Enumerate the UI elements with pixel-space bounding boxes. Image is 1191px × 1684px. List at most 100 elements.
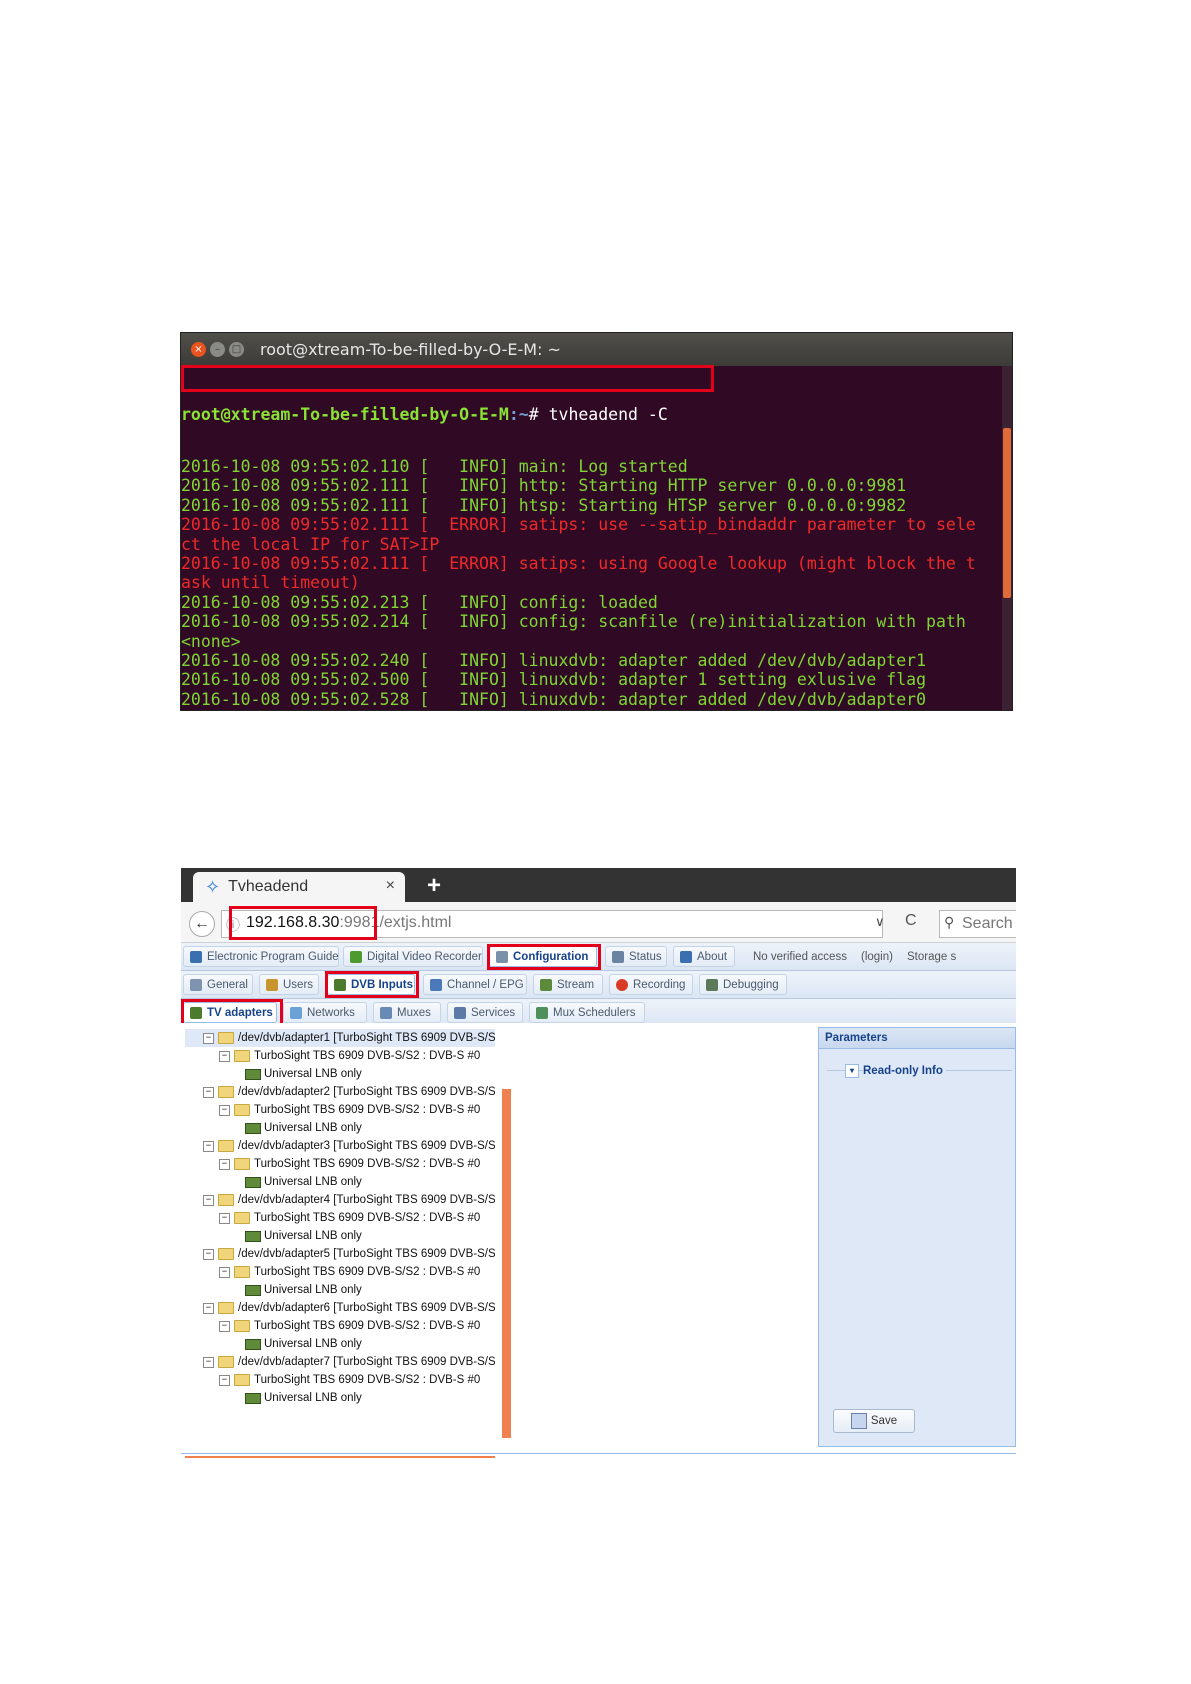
terminal-output[interactable]: root@xtream-To-be-filled-by-O-E-M:~# tvh… (181, 366, 1002, 710)
url-dropdown-icon[interactable]: ∨ (875, 914, 885, 930)
search-input[interactable]: ⚲ Search (939, 910, 1016, 938)
tree-lnb-item[interactable]: Universal LNB only (245, 1119, 362, 1137)
collapse-icon[interactable]: − (203, 1302, 214, 1314)
new-tab-button[interactable]: + (427, 872, 441, 900)
log-line: 2016-10-08 09:55:02.111 [ INFO] http: St… (181, 476, 907, 496)
folder-icon (218, 1356, 234, 1368)
log-line: 2016-10-08 09:55:02.784 [ INFO] linuxdvb… (181, 709, 1002, 710)
tree-label: TurboSight TBS 6909 DVB-S/S2 : DVB-S #0 (254, 1320, 481, 1332)
url-highlight-box (229, 906, 377, 940)
tab-close-icon[interactable]: × (386, 877, 395, 895)
access-status: No verified access (753, 951, 847, 963)
prompt-user: root@xtream-To-be-filled-by-O-E-M (181, 404, 509, 424)
dvb-inputs-highlight-box (325, 971, 419, 998)
collapse-icon[interactable]: − (219, 1158, 230, 1170)
tab-electronic-program-guide[interactable]: Electronic Program Guide (183, 946, 339, 967)
tab-stream[interactable]: Stream (533, 974, 603, 995)
antenna-icon (290, 1006, 302, 1019)
tab-label: Debugging (723, 978, 779, 991)
tab-mux-schedulers[interactable]: Mux Schedulers (529, 1002, 645, 1023)
stream-icon (540, 978, 552, 991)
tab-label: Status (629, 950, 662, 963)
dvb-card-icon (245, 1284, 261, 1296)
save-button[interactable]: Save (833, 1409, 915, 1433)
collapse-icon[interactable]: − (219, 1320, 230, 1332)
tree-horizontal-scrollbar[interactable] (185, 1456, 495, 1458)
collapse-icon[interactable]: − (203, 1194, 214, 1206)
tree-adapter-item[interactable]: − /dev/dvb/adapter3 [TurboSight TBS 6909 … (203, 1137, 495, 1155)
collapse-icon[interactable]: − (203, 1356, 214, 1368)
parameters-panel: Parameters ▾ Read-only Info Save (818, 1027, 1016, 1447)
folder-icon (218, 1248, 234, 1260)
tab-digital-video-recorder[interactable]: Digital Video Recorder (343, 946, 483, 967)
browser-window: ✧ Tvheadend × + ← ⓘ 192.168.8.30:9981/ex… (181, 868, 1016, 1458)
close-icon[interactable]: × (191, 342, 206, 357)
tree-label: TurboSight TBS 6909 DVB-S/S2 : DVB-S #0 (254, 1050, 481, 1062)
eye-icon (612, 950, 624, 963)
tree-lnb-item[interactable]: Universal LNB only (245, 1227, 362, 1245)
tree-label: Universal LNB only (264, 1284, 362, 1296)
collapse-icon[interactable]: − (219, 1050, 230, 1062)
tree-lnb-item[interactable]: Universal LNB only (245, 1173, 362, 1191)
collapse-icon[interactable]: − (219, 1374, 230, 1386)
collapse-icon[interactable]: − (203, 1032, 214, 1044)
tree-frontend-item[interactable]: − TurboSight TBS 6909 DVB-S/S2 : DVB-S #0 (219, 1101, 480, 1119)
search-placeholder: Search (962, 915, 1013, 932)
collapse-icon[interactable]: − (203, 1140, 214, 1152)
readonly-info-fieldset[interactable]: ▾ Read-only Info (829, 1064, 946, 1078)
maximize-icon[interactable]: □ (229, 342, 244, 357)
tree-adapter-item[interactable]: − /dev/dvb/adapter7 [TurboSight TBS 6909 … (203, 1353, 495, 1371)
tree-adapter-item[interactable]: − /dev/dvb/adapter5 [TurboSight TBS 6909 … (203, 1245, 495, 1263)
tree-lnb-item[interactable]: Universal LNB only (245, 1389, 362, 1407)
terminal-scroll-thumb[interactable] (1003, 428, 1011, 598)
browser-tab-title: Tvheadend (228, 878, 309, 895)
adapter-tree[interactable]: −/dev/dvb/adapter1 [TurboSight TBS 6909 … (185, 1023, 495, 1438)
tree-frontend-item[interactable]: − TurboSight TBS 6909 DVB-S/S2 : DVB-S #0 (219, 1209, 480, 1227)
tree-frontend-item[interactable]: − TurboSight TBS 6909 DVB-S/S2 : DVB-S #0 (219, 1317, 480, 1335)
collapse-icon[interactable]: − (203, 1248, 214, 1260)
back-button[interactable]: ← (189, 911, 215, 937)
tab-status[interactable]: Status (605, 946, 667, 967)
folder-icon (234, 1320, 250, 1332)
collapse-icon[interactable]: − (219, 1212, 230, 1224)
reload-icon[interactable]: C (905, 912, 917, 930)
tab-general[interactable]: General (183, 974, 253, 995)
tree-adapter-item[interactable]: − /dev/dvb/adapter4 [TurboSight TBS 6909 … (203, 1191, 495, 1209)
tree-adapter-item[interactable]: − /dev/dvb/adapter6 [TurboSight TBS 6909 … (203, 1299, 495, 1317)
tab-debugging[interactable]: Debugging (699, 974, 787, 995)
tree-frontend-item[interactable]: − TurboSight TBS 6909 DVB-S/S2 : DVB-S #0 (219, 1371, 480, 1389)
terminal-scrollbar[interactable] (1002, 366, 1012, 710)
tree-lnb-item[interactable]: Universal LNB only (245, 1065, 362, 1083)
scheduler-icon (536, 1006, 548, 1019)
tab-about[interactable]: About (673, 946, 735, 967)
minimize-icon[interactable]: – (210, 342, 225, 357)
tree-frontend-item[interactable]: − TurboSight TBS 6909 DVB-S/S2 : DVB-S #0 (219, 1155, 480, 1173)
tree-adapter-item[interactable]: − /dev/dvb/adapter1 [TurboSight TBS 6909 … (185, 1029, 495, 1047)
folder-icon (234, 1212, 250, 1224)
tab-muxes[interactable]: Muxes (373, 1002, 441, 1023)
tree-label: Universal LNB only (264, 1230, 362, 1242)
collapse-icon[interactable]: ▾ (845, 1064, 859, 1078)
tab-users[interactable]: Users (259, 974, 319, 995)
tree-scrollbar[interactable] (502, 1089, 511, 1438)
tab-networks[interactable]: Networks (283, 1002, 367, 1023)
configuration-highlight-box (487, 944, 601, 970)
tree-label: TurboSight TBS 6909 DVB-S/S2 : DVB-S #0 (254, 1266, 481, 1278)
dvb-card-icon (245, 1230, 261, 1242)
browser-tab[interactable]: ✧ Tvheadend × (193, 872, 405, 902)
tab-channel-epg[interactable]: Channel / EPG (423, 974, 527, 995)
tree-lnb-item[interactable]: Universal LNB only (245, 1335, 362, 1353)
tree-lnb-item[interactable]: Universal LNB only (245, 1281, 362, 1299)
tree-label: /dev/dvb/adapter5 [TurboSight TBS 6909 D… (238, 1248, 495, 1260)
collapse-icon[interactable]: − (219, 1104, 230, 1116)
tab-label: Networks (307, 1006, 355, 1019)
tab-recording[interactable]: Recording (609, 974, 693, 995)
browser-tabstrip: ✧ Tvheadend × + (181, 868, 1016, 902)
collapse-icon[interactable]: − (203, 1086, 214, 1098)
collapse-icon[interactable]: − (219, 1266, 230, 1278)
tree-frontend-item[interactable]: − TurboSight TBS 6909 DVB-S/S2 : DVB-S #0 (219, 1047, 480, 1065)
tree-adapter-item[interactable]: − /dev/dvb/adapter2 [TurboSight TBS 6909 … (203, 1083, 495, 1101)
tab-services[interactable]: Services (447, 1002, 523, 1023)
login-link[interactable]: (login) (861, 951, 893, 963)
tree-frontend-item[interactable]: − TurboSight TBS 6909 DVB-S/S2 : DVB-S #0 (219, 1263, 480, 1281)
